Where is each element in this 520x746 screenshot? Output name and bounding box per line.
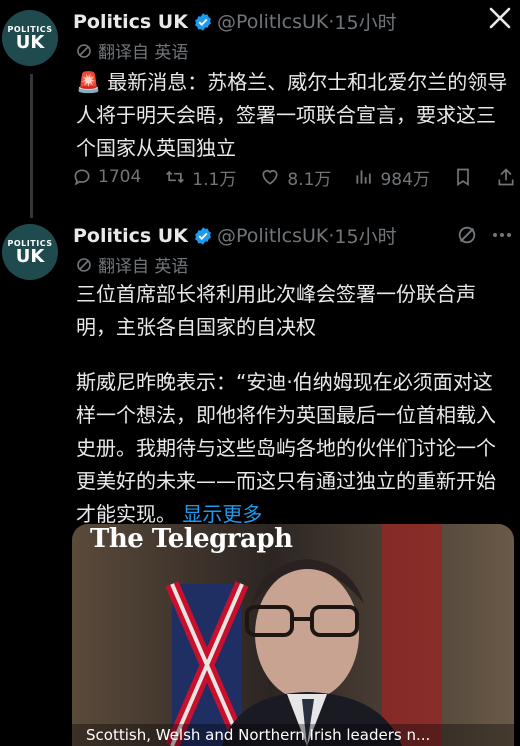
retweet-icon xyxy=(166,170,185,184)
translate-text: 翻译自 英语 xyxy=(98,43,189,63)
telegraph-logo: The Telegraph xyxy=(90,524,293,554)
verified-badge-icon xyxy=(195,226,211,245)
reply-button[interactable]: 1704 xyxy=(72,167,141,187)
tweet-body: 最新消息：苏格兰、威尔士和北爱尔兰的领导人将于明天会晤，签署一项联合宣言，要求这… xyxy=(76,70,508,160)
avatar[interactable]: POLITICS UK xyxy=(2,224,58,280)
translate-icon xyxy=(77,43,91,58)
action-bar: 1704 1.1万 8.1万 984万 xyxy=(72,162,516,192)
show-more-link[interactable]: 显示更多 xyxy=(182,502,262,526)
tweet-header: Politics UK @PolitlcsUK · 15小时 xyxy=(73,222,397,249)
tweet-paragraph: 三位首席部长将利用此次峰会签署一份联合声明，主张各自国家的自决权 xyxy=(76,282,476,339)
translate-label[interactable]: 翻译自 英语 xyxy=(76,252,188,277)
translate-icon xyxy=(77,257,91,272)
alert-emoji-icon: 🚨 xyxy=(76,70,101,94)
more-icon[interactable] xyxy=(490,224,514,246)
grok-icon[interactable] xyxy=(456,224,478,246)
tweet-time[interactable]: 15小时 xyxy=(334,222,396,249)
article-caption: Scottish, Welsh and Northern Irish leade… xyxy=(86,726,431,744)
retweet-button[interactable]: 1.1万 xyxy=(164,165,236,190)
translate-label[interactable]: 翻译自 英语 xyxy=(76,38,188,63)
author-name[interactable]: Politics UK xyxy=(73,11,188,33)
retweet-count: 1.1万 xyxy=(192,169,237,190)
tweet-header: Politics UK @PolitlcsUK · 15小时 xyxy=(73,8,397,35)
avatar-text-uk: UK xyxy=(15,245,45,267)
like-count: 8.1万 xyxy=(287,169,332,190)
thread-line xyxy=(30,74,33,218)
tweet-paragraph: 斯威尼昨晚表示：“安迪·伯纳姆现在必须面对这样一个想法，即他将作为英国最后一位首… xyxy=(76,370,496,526)
article-card[interactable]: The Telegraph Scottish, Welsh and Northe… xyxy=(72,524,514,746)
like-button[interactable]: 8.1万 xyxy=(259,165,331,190)
author-handle[interactable]: @PolitlcsUK xyxy=(217,225,328,247)
reply-icon xyxy=(74,169,90,186)
author-name[interactable]: Politics UK xyxy=(73,225,188,247)
tweet-time[interactable]: 15小时 xyxy=(334,8,396,35)
article-photo xyxy=(72,524,514,746)
views-icon xyxy=(356,170,372,184)
like-icon xyxy=(262,169,278,185)
reply-count: 1704 xyxy=(98,167,142,187)
author-handle[interactable]: @PolitlcsUK xyxy=(217,11,328,33)
views-button[interactable]: 984万 xyxy=(354,165,430,190)
translate-text: 翻译自 英语 xyxy=(98,257,189,277)
verified-badge-icon xyxy=(195,12,211,31)
tweet-text: 三位首席部长将利用此次峰会签署一份联合声明，主张各自国家的自决权 斯威尼昨晚表示… xyxy=(76,278,512,531)
avatar-text-uk: UK xyxy=(15,31,45,53)
tweet-text: 🚨 最新消息：苏格兰、威尔士和北爱尔兰的领导人将于明天会晤，签署一项联合宣言，要… xyxy=(76,66,512,165)
x-logo-icon[interactable] xyxy=(488,6,512,30)
share-icon[interactable] xyxy=(496,166,516,188)
bookmark-icon[interactable] xyxy=(453,166,473,188)
avatar[interactable]: POLITICS UK xyxy=(2,10,58,66)
views-count: 984万 xyxy=(380,169,430,190)
